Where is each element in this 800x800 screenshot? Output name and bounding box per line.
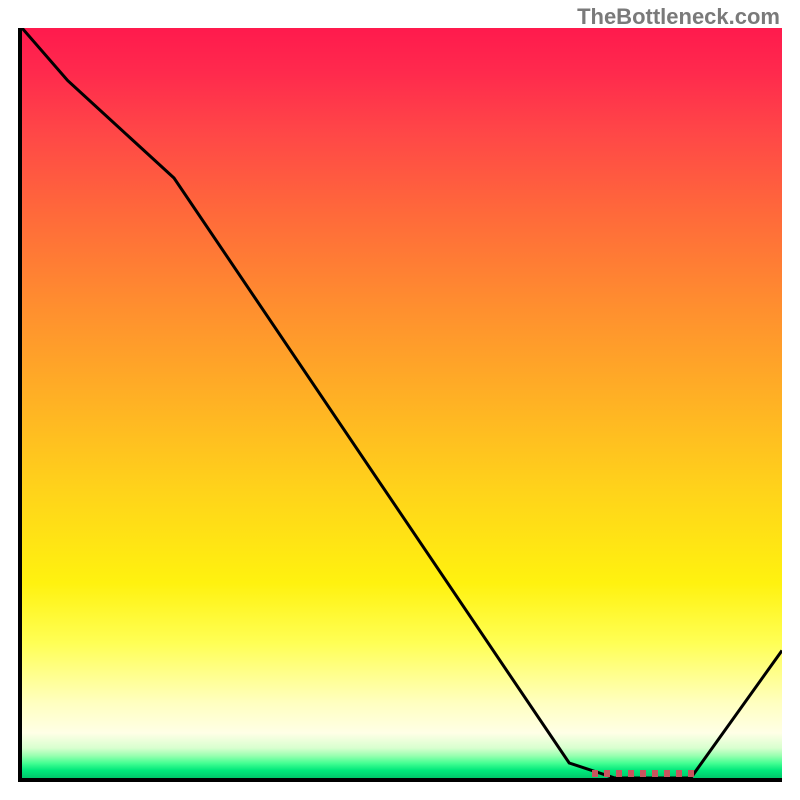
plot-area	[18, 28, 782, 782]
chart-container: TheBottleneck.com	[0, 0, 800, 800]
curve-svg	[22, 28, 782, 778]
attribution-text: TheBottleneck.com	[577, 4, 780, 30]
bottleneck-curve	[22, 28, 782, 778]
